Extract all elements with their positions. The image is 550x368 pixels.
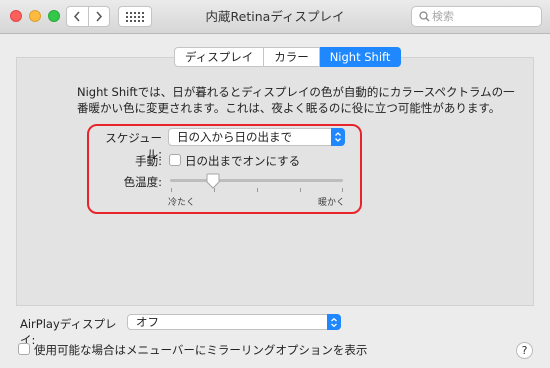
schedule-select[interactable]: 日の入から日の出まで <box>168 128 345 146</box>
temperature-less-label: 冷たく <box>168 198 196 208</box>
temperature-more-label: 暖かく <box>318 198 346 208</box>
manual-checkbox-label: 日の出までオンにする <box>185 154 301 168</box>
chevron-left-icon <box>74 11 80 22</box>
search-input[interactable] <box>432 8 536 25</box>
search-field[interactable] <box>411 6 542 27</box>
tab-bar: ディスプレイ カラー Night Shift <box>174 47 402 67</box>
slider-tick <box>257 188 258 192</box>
schedule-value: 日の入から日の出まで <box>177 130 292 144</box>
airplay-select[interactable]: オフ <box>127 314 341 330</box>
window-title: 内蔵Retinaディスプレイ <box>205 9 345 24</box>
back-button[interactable] <box>67 7 88 26</box>
night-shift-description: Night Shiftでは、日が暮れるとディスプレイの色が自動的にカラースペクト… <box>77 85 515 115</box>
stepper-arrows-icon <box>331 128 345 146</box>
manual-label: 手動: <box>135 154 162 168</box>
airplay-value: オフ <box>136 315 159 329</box>
grid-icon <box>126 11 144 22</box>
search-icon <box>419 11 430 22</box>
mirror-option-label: 使用可能な場合はメニューバーにミラーリングオプションを表示 <box>34 343 368 357</box>
temperature-slider-thumb[interactable] <box>206 173 220 189</box>
minimize-button[interactable] <box>29 10 41 22</box>
chevron-right-icon <box>96 11 102 22</box>
title-bar: 内蔵Retinaディスプレイ <box>0 0 550 34</box>
tab-night-shift[interactable]: Night Shift <box>319 47 402 67</box>
tab-display[interactable]: ディスプレイ <box>174 47 265 67</box>
tab-color[interactable]: カラー <box>264 47 320 67</box>
slider-tick <box>300 188 301 192</box>
display-preferences-window: 内蔵Retinaディスプレイ ディスプレイ カラー Night Shift Ni… <box>0 0 550 368</box>
close-button[interactable] <box>10 10 22 22</box>
temperature-label: 色温度: <box>123 175 162 189</box>
nav-buttons <box>66 6 110 27</box>
temperature-slider-track[interactable] <box>170 179 343 182</box>
mirror-option-checkbox[interactable] <box>18 343 30 355</box>
zoom-button[interactable] <box>48 10 60 22</box>
manual-checkbox[interactable] <box>169 154 181 166</box>
slider-tick <box>342 188 343 192</box>
help-button[interactable]: ? <box>516 342 533 359</box>
forward-button[interactable] <box>87 7 110 26</box>
stepper-arrows-icon <box>327 314 341 330</box>
show-all-button[interactable] <box>118 6 152 27</box>
slider-tick <box>171 188 172 192</box>
